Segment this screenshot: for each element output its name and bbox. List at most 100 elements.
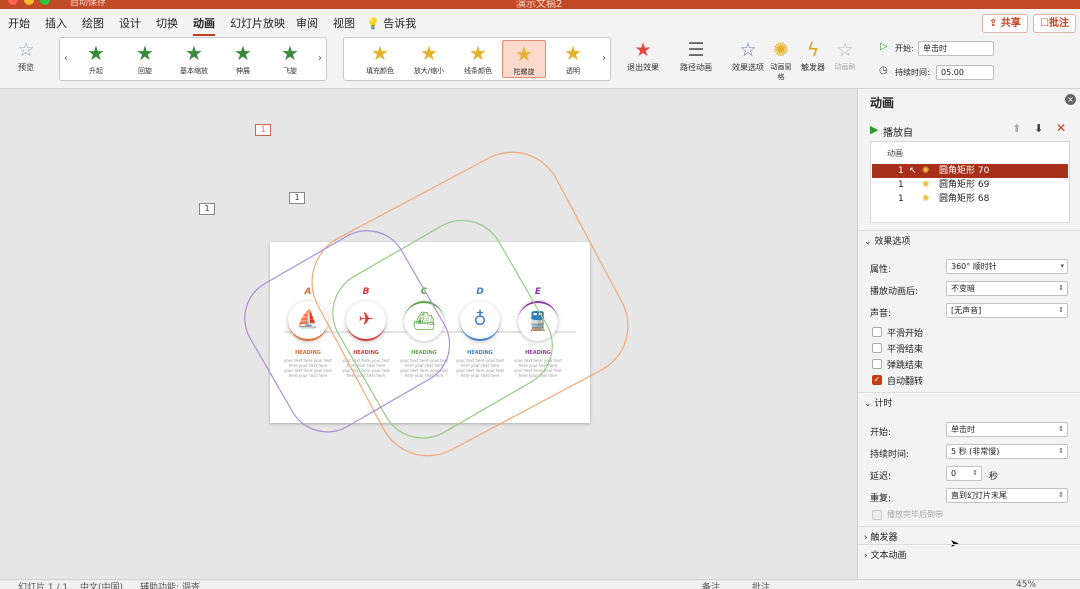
repeat-value: 直到幻灯片末尾: [951, 491, 1007, 500]
move-down-icon[interactable]: ⬇: [1034, 122, 1043, 135]
painter-label: 动画刷: [834, 63, 856, 71]
gallery-right-arrow[interactable]: ›: [602, 53, 606, 64]
preview-star-icon: ☆: [17, 39, 35, 61]
tab-view[interactable]: 视图: [333, 15, 355, 31]
tab-draw[interactable]: 绘图: [82, 15, 104, 31]
spin-effect-icon: ✺: [922, 194, 930, 204]
animation-pane-icon: ✺: [773, 39, 789, 61]
status-comments-button[interactable]: 批注: [752, 580, 770, 589]
cursor-icon: ↖: [909, 166, 917, 176]
tab-insert[interactable]: 插入: [45, 15, 67, 31]
path-lines-icon: ☰: [687, 39, 705, 61]
chevron-right-icon: ›: [864, 551, 868, 561]
gold-star-icon: ★: [371, 41, 389, 65]
effect-stretch[interactable]: ★ 伸展: [221, 40, 265, 78]
gold-star-icon: ★: [515, 42, 533, 66]
smooth-start-label: 平滑开始: [887, 329, 924, 339]
effect-spin-selected[interactable]: ★ 陀螺旋: [502, 40, 546, 78]
item-name: 圆角矩形 69: [939, 180, 990, 190]
bounce-end-checkbox[interactable]: [872, 359, 882, 369]
effect-rise-up[interactable]: ★ 升起: [74, 40, 118, 78]
effect-transparency[interactable]: ★ 透明: [551, 40, 595, 78]
rewind-checkbox[interactable]: [872, 510, 882, 520]
sound-select[interactable]: [无声音] ⇕: [946, 303, 1068, 318]
tab-review[interactable]: 审阅: [296, 15, 318, 31]
smooth-end-checkbox[interactable]: [872, 343, 882, 353]
property-label: 属性:: [870, 265, 892, 275]
gallery-right-arrow[interactable]: ›: [318, 53, 322, 64]
effect-options-button[interactable]: ☆ 效果选项: [728, 38, 768, 73]
minimize-window-button[interactable]: [24, 0, 34, 5]
smooth-start-checkbox[interactable]: [872, 327, 882, 337]
animation-item-70[interactable]: 1 ↖ ✺ 圆角矩形 70: [872, 164, 1068, 178]
zoom-level[interactable]: 45%: [1016, 580, 1036, 589]
gold-star-icon: ★: [469, 41, 487, 65]
tab-transitions[interactable]: 切换: [156, 15, 178, 31]
animation-pane-button[interactable]: ✺ 动画窗格: [770, 38, 792, 82]
green-star-icon: ★: [87, 41, 105, 65]
animation-painter-button[interactable]: ☆ 动画刷: [834, 38, 856, 72]
menu-bar: 开始 插入 绘图 设计 切换 动画 幻灯片放映 审阅 视图 💡 告诉我 ⇪ 共享…: [0, 9, 1080, 36]
repeat-select[interactable]: 直到幻灯片末尾 ⇕: [946, 488, 1068, 503]
preview-button[interactable]: ☆ 预览: [8, 38, 44, 73]
effect-label: 基本缩放: [180, 67, 208, 75]
duration-input[interactable]: 05.00: [936, 65, 994, 80]
zoom-window-button[interactable]: [40, 0, 50, 5]
effect-fill-color[interactable]: ★ 填充颜色: [358, 40, 402, 78]
gold-star-icon: ★: [564, 41, 582, 65]
timing-start-select[interactable]: 单击时 ⇕: [946, 422, 1068, 437]
slide-canvas: 1 1 1 A ⛵ HEADING your text here your te…: [0, 89, 857, 579]
auto-reverse-checkbox[interactable]: ✓: [872, 375, 882, 385]
tab-design[interactable]: 设计: [119, 15, 141, 31]
animation-pane: 动画 × ▶ 播放自 ⬆ ⬇ ✕ 动画 1 ↖ ✺ 圆角矩形 70 1 ✺ 圆角…: [857, 89, 1080, 579]
notes-button[interactable]: 备注: [702, 580, 720, 589]
effect-spin[interactable]: ★ 回旋: [123, 40, 167, 78]
tab-slideshow[interactable]: 幻灯片放映: [230, 15, 285, 31]
exit-effects-button[interactable]: ★ 退出效果: [622, 38, 664, 73]
property-value: 360° 顺时针: [951, 262, 997, 271]
timing-duration-select[interactable]: 5 秒 (非常慢) ⇕: [946, 444, 1068, 459]
after-animation-value: 不变暗: [951, 284, 975, 293]
move-up-icon[interactable]: ⬆: [1012, 122, 1021, 135]
delay-label: 延迟:: [870, 472, 892, 482]
path-animation-button[interactable]: ☰ 路径动画: [676, 38, 716, 73]
share-button[interactable]: ⇪ 共享: [982, 14, 1028, 33]
property-select[interactable]: 360° 顺时针 ▾: [946, 259, 1068, 274]
effect-label: 伸展: [236, 67, 250, 75]
effect-options-section[interactable]: ⌄ 效果选项: [864, 234, 910, 247]
tell-me[interactable]: 💡 告诉我: [366, 15, 416, 31]
trigger-label: 触发器: [801, 63, 825, 72]
bounce-end-label: 弹跳结束: [887, 361, 924, 371]
effect-label: 放大/缩小: [413, 67, 445, 75]
trigger-button[interactable]: ϟ 触发器: [798, 38, 828, 73]
delay-input[interactable]: 0 ⇕: [946, 466, 982, 481]
effect-grow-shrink[interactable]: ★ 放大/缩小: [407, 40, 451, 78]
timing-section[interactable]: ⌄ 计时: [864, 396, 892, 409]
play-from-button[interactable]: 播放自: [883, 124, 913, 139]
start-select[interactable]: 单击时: [918, 41, 994, 56]
section-label: 效果选项: [874, 237, 911, 247]
chevron-right-icon: ›: [864, 533, 868, 543]
animation-item-69[interactable]: 1 ✺ 圆角矩形 69: [872, 178, 1068, 192]
rotated-shapes-overlay: [244, 151, 629, 457]
animation-item-68[interactable]: 1 ✺ 圆角矩形 68: [872, 192, 1068, 206]
accessibility-check[interactable]: 辅助功能: 调查: [140, 580, 200, 589]
item-name: 圆角矩形 70: [939, 166, 990, 176]
comments-button[interactable]: ☐批注: [1033, 14, 1076, 33]
delete-icon[interactable]: ✕: [1056, 121, 1066, 135]
effect-pinwheel[interactable]: ★ 飞旋: [268, 40, 312, 78]
close-window-button[interactable]: [8, 0, 18, 5]
text-animation-section[interactable]: › 文本动画: [864, 548, 907, 561]
animation-list: 动画 1 ↖ ✺ 圆角矩形 70 1 ✺ 圆角矩形 69 1 ✺ 圆角矩形 68: [870, 141, 1070, 223]
start-value: 单击时: [923, 44, 947, 53]
effect-line-color[interactable]: ★ 线条颜色: [456, 40, 500, 78]
after-animation-select[interactable]: 不变暗 ⇕: [946, 281, 1068, 296]
language-indicator[interactable]: 中文(中国): [80, 580, 123, 589]
tab-home[interactable]: 开始: [8, 15, 30, 31]
gallery-left-arrow[interactable]: ‹: [64, 53, 68, 64]
tab-animations[interactable]: 动画: [193, 15, 215, 36]
close-pane-icon[interactable]: ×: [1065, 94, 1076, 105]
trigger-section[interactable]: › 触发器: [864, 530, 898, 543]
effect-basic-zoom[interactable]: ★ 基本缩放: [172, 40, 216, 78]
stepper-icon: ⇕: [1058, 306, 1064, 314]
